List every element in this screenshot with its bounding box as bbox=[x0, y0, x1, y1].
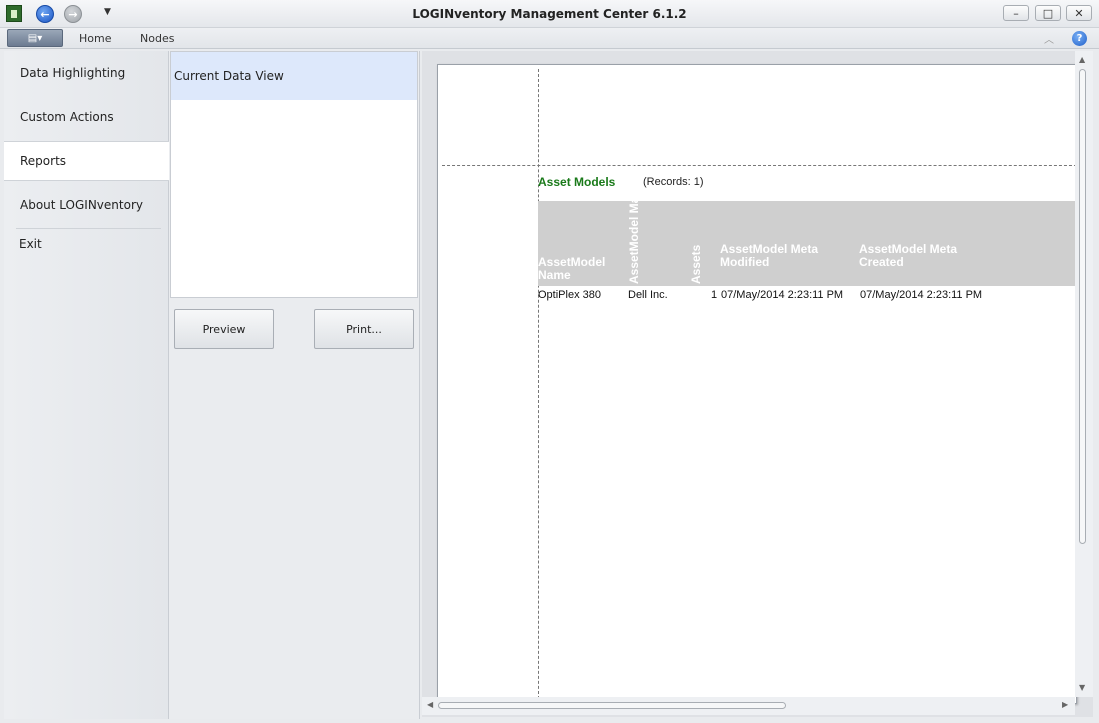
column-header-manufacturer: AssetModel Manufacturer bbox=[627, 137, 641, 284]
scroll-left-icon[interactable]: ◀ bbox=[427, 700, 433, 709]
report-item-current-data-view[interactable]: Current Data View bbox=[171, 52, 417, 100]
report-table-header: AssetModel Name AssetModel Manufacturer … bbox=[538, 137, 1078, 286]
vertical-scroll-thumb[interactable] bbox=[1079, 69, 1086, 544]
print-button[interactable]: Print... bbox=[314, 309, 414, 349]
column-header-modified: AssetModel Meta Modified bbox=[720, 242, 819, 269]
table-cell-manufacturer: Dell Inc. bbox=[628, 289, 668, 301]
vertical-scrollbar[interactable]: ▲ ▼ bbox=[1075, 51, 1093, 697]
table-cell-modified: 07/May/2014 2:23:11 PM bbox=[721, 289, 844, 301]
table-cell-name: OptiPlex 380 bbox=[538, 289, 601, 301]
report-page: Asset Models (Records: 1) AssetModel Nam… bbox=[437, 64, 1082, 709]
app-menu-button[interactable]: ▤▾ bbox=[7, 29, 63, 47]
horizontal-scrollbar[interactable]: ◀ ▶ bbox=[422, 697, 1075, 715]
table-cell-created: 07/May/2014 2:23:11 PM bbox=[860, 289, 983, 301]
window-title: LOGINventory Management Center 6.1.2 bbox=[412, 7, 687, 21]
preview-button[interactable]: Preview bbox=[174, 309, 274, 349]
report-list: Current Data View bbox=[170, 51, 418, 298]
nav-item-reports[interactable]: Reports bbox=[4, 141, 169, 181]
column-header-name: AssetModel Name bbox=[538, 255, 606, 282]
report-title: Asset Models bbox=[538, 175, 616, 189]
ribbon-bar: ▤▾ Home Nodes ︿ ? bbox=[0, 28, 1099, 49]
close-button[interactable]: ✕ bbox=[1066, 5, 1092, 21]
scroll-down-icon[interactable]: ▼ bbox=[1079, 683, 1085, 692]
tab-nodes[interactable]: Nodes bbox=[140, 32, 174, 45]
reports-pane: Current Data View Preview Print... bbox=[169, 51, 420, 719]
report-preview-area: Asset Models (Records: 1) AssetModel Nam… bbox=[422, 51, 1093, 717]
table-cell-assets: 1 bbox=[711, 289, 718, 301]
nav-divider bbox=[16, 228, 161, 229]
nav-item-data-highlighting[interactable]: Data Highlighting bbox=[4, 53, 169, 93]
nav-item-about[interactable]: About LOGINventory bbox=[4, 185, 169, 225]
nav-item-custom-actions[interactable]: Custom Actions bbox=[4, 97, 169, 137]
backstage-nav: Data Highlighting Custom Actions Reports… bbox=[4, 51, 169, 719]
report-record-count: (Records: 1) bbox=[643, 176, 704, 188]
help-icon[interactable]: ? bbox=[1072, 31, 1087, 46]
scroll-right-icon[interactable]: ▶ bbox=[1062, 700, 1068, 709]
horizontal-scroll-thumb[interactable] bbox=[438, 702, 786, 709]
column-header-created: AssetModel Meta Created bbox=[859, 242, 958, 269]
nav-item-exit[interactable]: Exit bbox=[19, 237, 42, 251]
title-bar: ← → ▼ LOGINventory Management Center 6.1… bbox=[0, 0, 1099, 28]
maximize-button[interactable]: □ bbox=[1035, 5, 1061, 21]
ribbon-collapse-icon[interactable]: ︿ bbox=[1044, 31, 1054, 46]
column-header-assets: Assets bbox=[689, 244, 703, 284]
scroll-up-icon[interactable]: ▲ bbox=[1079, 55, 1085, 64]
minimize-button[interactable]: – bbox=[1003, 5, 1029, 21]
margin-guide-horizontal bbox=[442, 165, 1082, 166]
tab-home[interactable]: Home bbox=[79, 32, 111, 45]
